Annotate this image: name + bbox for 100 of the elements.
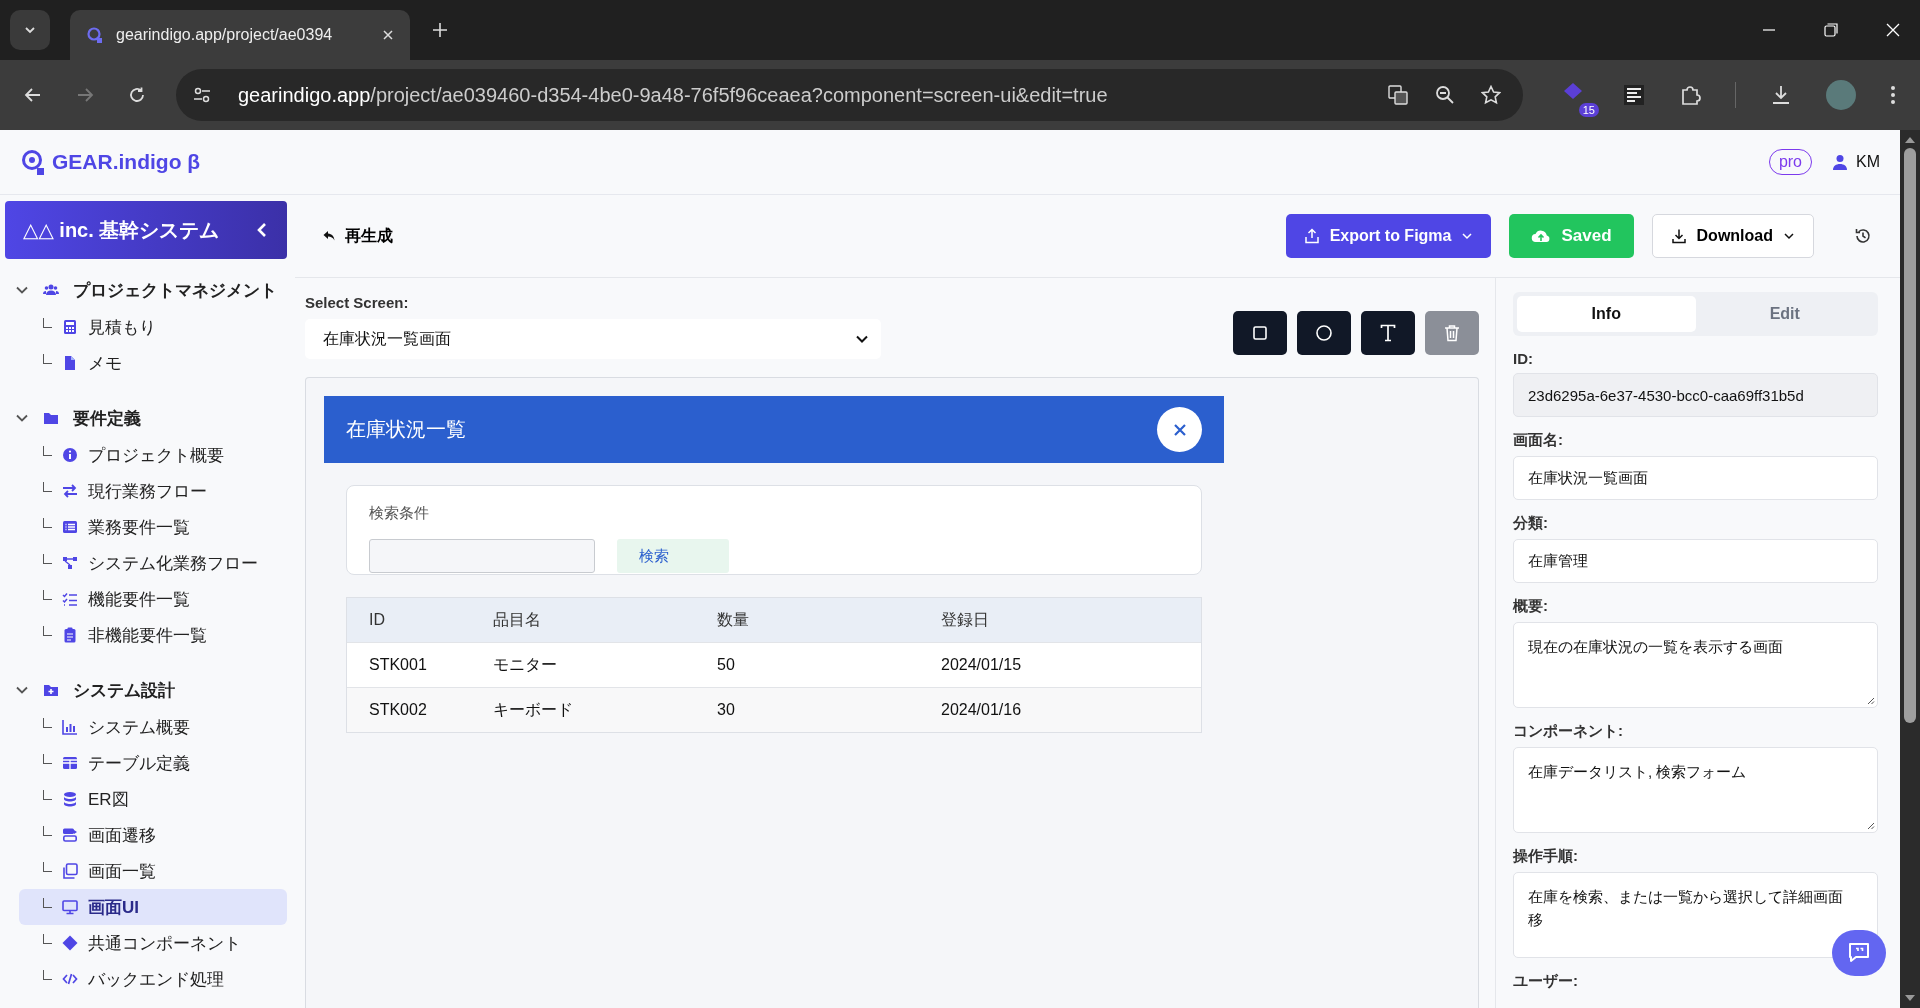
sidebar-item[interactable]: ER図 (19, 781, 287, 817)
textarea-field[interactable]: 在庫を検索、または一覧から選択して詳細画面 移 (1513, 872, 1878, 958)
sidebar-item[interactable]: 非機能要件一覧 (19, 617, 287, 653)
text-field[interactable]: 在庫管理 (1513, 539, 1878, 583)
textarea-field[interactable]: 在庫データリスト, 検索フォーム (1513, 747, 1878, 833)
circle-tool-button[interactable] (1297, 311, 1351, 355)
sidebar-item[interactable]: システム化業務フロー (19, 545, 287, 581)
download-icon (1670, 228, 1687, 244)
close-button[interactable] (1157, 407, 1202, 452)
text-tool-icon (1380, 324, 1396, 342)
close-icon[interactable] (382, 29, 394, 41)
swap-arrows-icon (62, 483, 78, 499)
sidebar-item[interactable]: バックエンド処理 (19, 961, 287, 997)
sidebar-item[interactable]: 業務要件一覧 (19, 509, 287, 545)
sidebar-item[interactable]: 機能要件一覧 (19, 581, 287, 617)
field-label: Select Screen: (305, 294, 410, 311)
table-cell-text: 30 (717, 701, 736, 719)
resize-handle-icon[interactable] (1865, 695, 1875, 705)
table-cell-text: 50 (717, 656, 736, 674)
screen-select[interactable]: 在庫状況一覧画面 (305, 319, 881, 359)
bar-chart-icon (62, 719, 78, 735)
screen-title: 在庫状況一覧 (346, 417, 466, 442)
sidebar-item[interactable]: 画面UI (19, 889, 287, 925)
reply-arrow-icon (323, 230, 335, 242)
regenerate-button[interactable]: 再生成 (317, 214, 399, 258)
search-button[interactable]: 検索 (617, 539, 729, 573)
project-header[interactable]: △△ inc. 基幹システム (5, 201, 287, 259)
sidebar-item[interactable]: システム概要 (19, 709, 287, 745)
scroll-down-icon[interactable] (1904, 994, 1916, 1002)
browser-tab[interactable]: gearindigo.app/project/ae0394 (70, 10, 410, 60)
sidebar-item[interactable]: 見積もり (19, 309, 287, 345)
search-field[interactable] (369, 539, 595, 573)
panel-tab[interactable]: Edit (1695, 296, 1874, 332)
back-icon[interactable] (24, 86, 42, 104)
caret-icon (1783, 230, 1795, 242)
stacked-bars-icon (62, 827, 78, 843)
sidebar-item[interactable]: 現行業務フロー (19, 473, 287, 509)
download-icon[interactable] (1770, 84, 1792, 106)
chevron-left-icon[interactable] (255, 222, 269, 238)
app-logo[interactable]: GEAR.indigo β (20, 148, 201, 176)
diamond-icon (62, 935, 78, 951)
sidebar-item[interactable]: テーブル定義 (19, 745, 287, 781)
forward-icon[interactable] (76, 86, 94, 104)
rectangle-tool-button[interactable] (1233, 311, 1287, 355)
sidebar-item[interactable]: 画面一覧 (19, 853, 287, 889)
field-label: 概要: (1513, 597, 1549, 616)
sidebar-item[interactable]: メモ (19, 345, 287, 381)
translate-icon[interactable] (1387, 84, 1409, 106)
address-bar[interactable]: gearindigo.app/project/ae039460-d354-4be0-9a48-76f5f96ceaea?component=screen-ui&edit=true (176, 69, 1523, 121)
field-label: コンポーネント: (1513, 722, 1624, 741)
calculator-icon (62, 319, 78, 335)
table-cell-text: 2024/01/16 (941, 701, 1023, 719)
panel-tab[interactable]: Info (1517, 296, 1696, 332)
export-button[interactable]: Export to Figma (1285, 214, 1492, 258)
resize-handle-icon[interactable] (1865, 820, 1875, 830)
text-line: 在庫を検索、または一覧から選択して詳細画面 (1528, 887, 1843, 907)
textarea-field[interactable]: 現在の在庫状況の一覧を表示する画面 (1513, 622, 1878, 708)
table-cell-text: 2024/01/15 (941, 656, 1023, 674)
table-cell-text: STK001 (369, 656, 428, 674)
chat-button[interactable] (1832, 930, 1886, 976)
sidebar-item[interactable]: プロジェクト概要 (19, 437, 287, 473)
sidebar-section[interactable]: プロジェクトマネジメント (5, 271, 287, 309)
square-icon (1252, 325, 1268, 341)
history-icon[interactable] (1854, 227, 1872, 245)
reload-icon[interactable] (128, 86, 146, 104)
field-label: 画面名: (1513, 431, 1564, 450)
table-cell-text: キーボード (493, 699, 574, 720)
monitor-icon (62, 899, 78, 915)
upload-icon (1303, 228, 1320, 244)
id-field: 23d6295a-6e37-4530-bcc0-caa69ff31b5d (1513, 373, 1878, 417)
sidebar-section[interactable]: 要件定義 (5, 399, 287, 437)
scroll-up-icon[interactable] (1904, 136, 1916, 144)
document-icon (62, 355, 78, 371)
logo-icon (86, 26, 104, 44)
restore-icon[interactable] (1824, 23, 1838, 37)
more-icon[interactable] (1890, 85, 1896, 105)
scrollbar[interactable] (1900, 130, 1920, 1008)
sidebar-item[interactable]: 共通コンポーネント (19, 925, 287, 961)
delete-button[interactable] (1425, 311, 1479, 355)
site-settings-icon[interactable] (192, 85, 212, 105)
puzzle-icon[interactable] (1679, 84, 1701, 106)
text-tool-button[interactable] (1361, 311, 1415, 355)
users-icon (43, 282, 59, 298)
database-icon (62, 791, 78, 807)
download-button[interactable]: Download (1651, 214, 1814, 258)
sidebar-item[interactable]: 画面遷移 (19, 817, 287, 853)
text-field[interactable]: 在庫状況一覧画面 (1513, 456, 1878, 500)
new-tab-icon[interactable] (432, 22, 448, 38)
info-icon (62, 447, 78, 463)
sidebar-section[interactable]: システム設計 (5, 671, 287, 709)
checklist-icon (62, 591, 78, 607)
table-cell-text: モニター (493, 654, 558, 675)
zoom-out-icon[interactable] (1435, 85, 1455, 105)
column-header: ID (369, 611, 386, 629)
user-menu[interactable]: KM (1832, 153, 1880, 171)
extension-icon[interactable] (1623, 84, 1645, 106)
clipboard-icon (62, 627, 78, 643)
list-icon (62, 519, 78, 535)
star-icon[interactable] (1481, 85, 1501, 105)
field-label: 分類: (1513, 514, 1549, 533)
